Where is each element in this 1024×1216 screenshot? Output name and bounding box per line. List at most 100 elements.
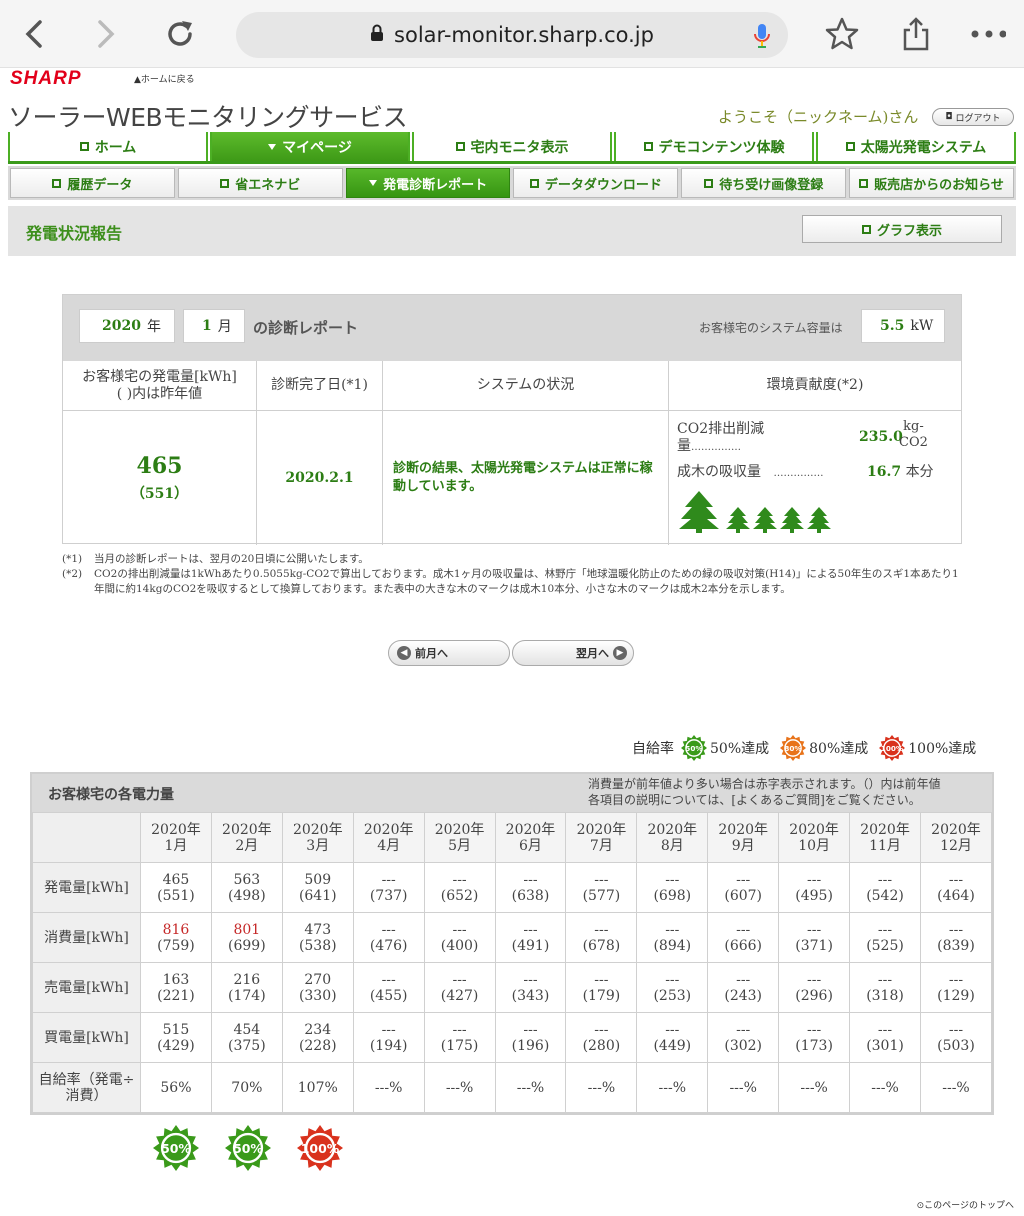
tree-unit: 本分 <box>905 464 934 480</box>
tab-history-data[interactable]: 履歴データ <box>10 168 175 198</box>
tab-diagnosis-report[interactable]: 発電診断レポート <box>345 168 511 198</box>
ratio-badge-icon: 50% <box>152 1124 200 1176</box>
address-bar[interactable]: solar-monitor.sharp.co.jp <box>236 12 788 58</box>
report-header: 2020 年 1月 の診断レポート お客様宅のシステム容量は 5.5 kW <box>63 295 961 361</box>
square-bullet-icon <box>220 178 230 188</box>
month-header: 2020年 1月 <box>140 812 212 863</box>
badge-100-icon: 100% <box>878 734 906 762</box>
table-cell: --- (525) <box>849 912 921 963</box>
env-cell: CO2排出削減量…………… 235.0 kg- CO2 成木の吸収量 …………… … <box>669 411 961 545</box>
table-cell: --- (302) <box>707 1012 780 1063</box>
table-cell: --- (301) <box>849 1012 921 1063</box>
status-text: 診断の結果、太陽光発電システムは正常に稼動しています。 <box>393 461 653 494</box>
tab-dealer-news[interactable]: 販売店からのお知らせ <box>849 168 1014 198</box>
square-bullet-icon <box>529 178 539 188</box>
home-link[interactable]: ▲ホームに戻る <box>134 72 195 85</box>
table-cell: --- (427) <box>423 962 496 1013</box>
ratio-cell: 70% <box>210 1062 283 1113</box>
table-cell: 801 (699) <box>210 912 283 963</box>
forward-icon[interactable] <box>88 16 124 52</box>
square-bullet-icon <box>52 178 62 188</box>
microphone-icon[interactable] <box>752 22 772 55</box>
month-select[interactable]: 1月 <box>183 309 245 343</box>
tab-energy-navi[interactable]: 省エネナビ <box>177 168 343 198</box>
table-cell: --- (173) <box>778 1012 851 1063</box>
month-header: 2020年 10月 <box>778 812 851 863</box>
table-cell: 163 (221) <box>140 962 212 1013</box>
square-bullet-icon <box>79 142 89 151</box>
back-icon[interactable] <box>16 16 52 52</box>
month-header: 2020年 8月 <box>636 812 709 863</box>
nav-mypage[interactable]: マイページ <box>210 132 410 161</box>
table-cell: 270 (330) <box>281 962 354 1013</box>
section-header: 発電状況報告 グラフ表示 <box>8 206 1016 256</box>
reload-icon[interactable] <box>162 16 198 52</box>
year-select[interactable]: 2020 年 <box>79 309 175 343</box>
square-bullet-icon <box>643 142 653 151</box>
month-header: 2020年 3月 <box>281 812 354 863</box>
co2-unit-top: kg- <box>903 419 924 434</box>
ratio-badges: 50% 50% 100% <box>152 1124 368 1176</box>
power-table-title: お客様宅の各電力量 <box>48 787 174 803</box>
table-cell: 234 (228) <box>281 1012 354 1063</box>
nav-home[interactable]: ホーム <box>8 132 208 161</box>
logout-button[interactable]: ◘ ログアウト <box>932 108 1014 126</box>
more-menu-icon[interactable] <box>970 16 1006 52</box>
table-cell: --- (894) <box>636 912 709 963</box>
nav-demo-content[interactable]: デモコンテンツ体験 <box>614 132 814 161</box>
report-title: の診断レポート <box>253 319 359 337</box>
ratio-cell: 107% <box>281 1062 354 1113</box>
row-label: 発電量[kWh] <box>32 862 141 913</box>
table-cell: 509 (641) <box>281 862 354 913</box>
square-bullet-icon <box>455 142 465 151</box>
table-cell: --- (542) <box>849 862 921 913</box>
table-cell: --- (737) <box>352 862 425 913</box>
sharp-logo[interactable]: SHARP <box>10 68 82 90</box>
faq-note: 各項目の説明については、[よくあるご質問]をご覧ください。 <box>588 793 921 807</box>
nav-home-monitor[interactable]: 宅内モニタ表示 <box>412 132 612 161</box>
url-text: solar-monitor.sharp.co.jp <box>394 23 654 47</box>
self-sufficiency-legend: 自給率 50% 50%達成 80% 80%達成 100% 100%達成 <box>632 734 976 762</box>
section-title: 発電状況報告 <box>26 224 123 243</box>
square-bullet-icon <box>859 178 869 188</box>
status-cell: 診断の結果、太陽光発電システムは正常に稼動しています。 <box>383 411 669 545</box>
tab-wallpaper-register[interactable]: 待ち受け画像登録 <box>681 168 847 198</box>
main-nav: ホーム マイページ 宅内モニタ表示 デモコンテンツ体験 太陽光発電システム <box>8 132 1016 164</box>
ratio-cell: ---% <box>849 1062 921 1113</box>
next-month-button[interactable]: 翌月へ ▶ <box>512 640 634 666</box>
diagnosis-report: 2020 年 1月 の診断レポート お客様宅のシステム容量は 5.5 kW お客様宅… <box>62 294 962 545</box>
table-cell: --- (371) <box>778 912 851 963</box>
table-cell: --- (698) <box>636 862 709 913</box>
arrow-left-icon: ◀ <box>397 646 411 660</box>
svg-text:100%: 100% <box>301 1141 340 1156</box>
month-header: 2020年 9月 <box>707 812 780 863</box>
table-cell: --- (243) <box>707 962 780 1013</box>
table-row: 消費量[kWh] 816 (759) 801 (699) 473 (538) --- (476)… <box>32 912 993 963</box>
svg-text:50%: 50% <box>161 1141 191 1156</box>
square-bullet-icon <box>861 224 871 234</box>
ratio-cell: ---% <box>919 1062 993 1113</box>
page-top-link[interactable]: ⊙このページのトップへ <box>917 1198 1014 1211</box>
tab-data-download[interactable]: データダウンロード <box>513 168 679 198</box>
table-cell: --- (196) <box>494 1012 567 1063</box>
table-cell: --- (839) <box>919 912 993 963</box>
prev-month-button[interactable]: ◀ 前月へ <box>388 640 510 666</box>
ratio-badge-icon: 100% <box>296 1124 344 1176</box>
footnotes: (*1) 当月の診断レポートは、翌月の20日頃に公開いたします。 (*2) CO2の… <box>62 552 962 597</box>
share-icon[interactable] <box>898 16 934 52</box>
legend-label: 自給率 <box>632 741 674 757</box>
nav-solar-system[interactable]: 太陽光発電システム <box>816 132 1016 161</box>
triangle-down-icon <box>369 180 378 186</box>
table-cell: --- (175) <box>423 1012 496 1063</box>
bookmark-star-icon[interactable] <box>824 16 860 52</box>
co2-value: 235.0 <box>859 429 903 445</box>
triangle-down-icon <box>268 143 277 150</box>
sub-nav: 履歴データ 省エネナビ 発電診断レポート データダウンロード 待ち受け画像登録 … <box>8 166 1016 200</box>
table-cell: 465 (551) <box>140 862 212 913</box>
square-bullet-icon <box>845 142 855 151</box>
small-tree-icon <box>807 507 831 533</box>
ratio-cell: ---% <box>423 1062 496 1113</box>
ratio-cell: ---% <box>565 1062 638 1113</box>
graph-view-button[interactable]: グラフ表示 <box>802 215 1002 243</box>
corner-cell <box>32 812 141 863</box>
